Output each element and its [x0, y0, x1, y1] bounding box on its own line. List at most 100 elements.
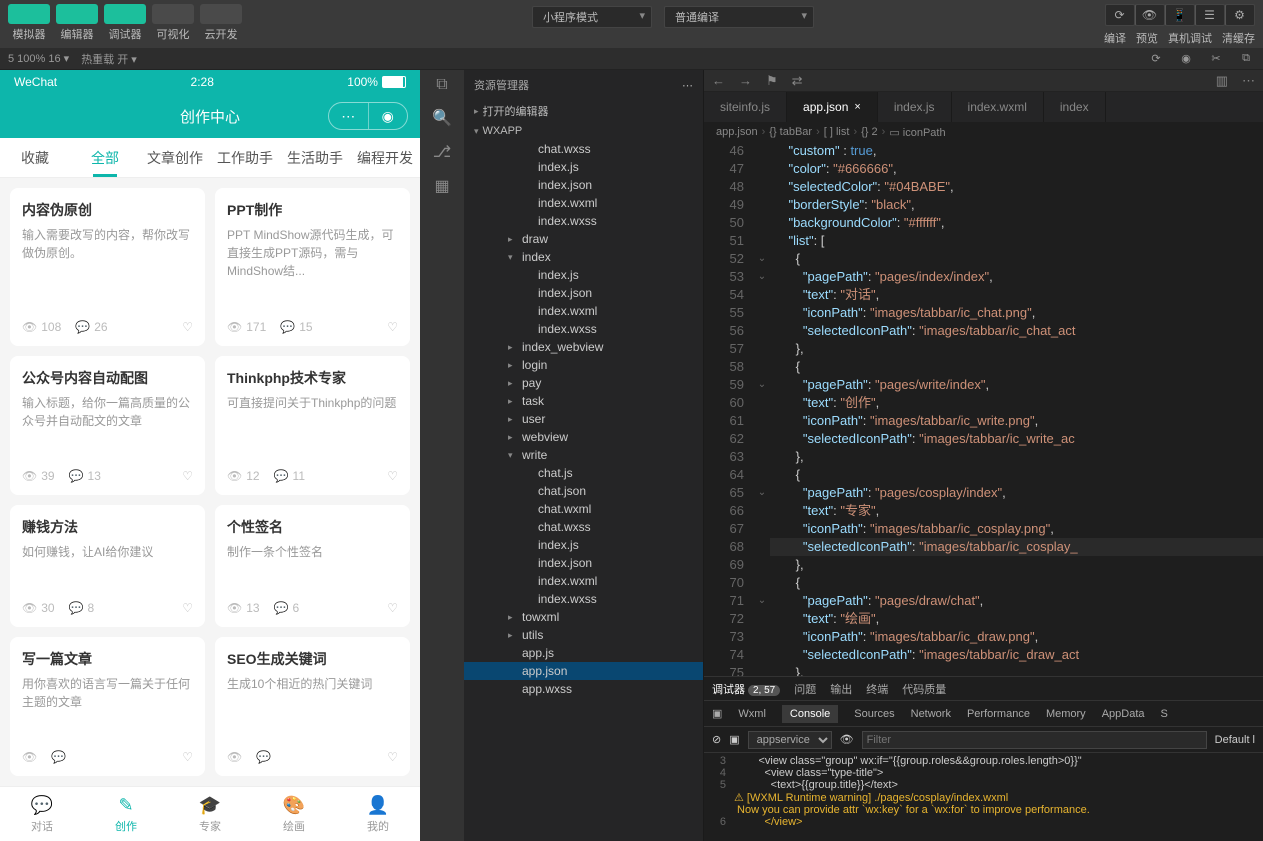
feature-card[interactable]: Thinkphp技术专家 可直接提问关于Thinkphp的问题 👁12 💬11 …	[215, 356, 410, 496]
file-item[interactable]: index.js	[464, 266, 703, 284]
editor-tab[interactable]: index	[1044, 92, 1106, 122]
breadcrumb-item[interactable]: [ ] list	[824, 126, 850, 138]
category-tab[interactable]: 文章创作	[140, 138, 210, 177]
file-item[interactable]: app.json	[464, 662, 703, 680]
search-icon[interactable]: 🔍	[432, 108, 452, 128]
debug-tab[interactable]: 终端	[866, 681, 888, 697]
devtools-tab[interactable]: Performance	[967, 708, 1030, 720]
folder-item[interactable]: ▾write	[464, 446, 703, 464]
back-icon[interactable]: ←	[712, 73, 725, 88]
file-item[interactable]: index.json	[464, 176, 703, 194]
explorer-more-icon[interactable]: ⋯	[682, 79, 693, 92]
toolbar-icon[interactable]: 👁	[1135, 4, 1165, 26]
cut-icon[interactable]: ✂	[1207, 50, 1225, 68]
top-tab-btn[interactable]	[56, 4, 98, 24]
tabbar-item[interactable]: 🎓专家	[168, 787, 252, 841]
folder-item[interactable]: ▸utils	[464, 626, 703, 644]
context-select[interactable]: appservice	[748, 731, 832, 749]
code-editor[interactable]: 4647484950515253545556575859606162636465…	[704, 142, 1263, 676]
file-item[interactable]: index.js	[464, 536, 703, 554]
file-item[interactable]: index.js	[464, 158, 703, 176]
refresh-icon[interactable]: ⟳	[1147, 50, 1165, 68]
branch-icon[interactable]: ⎇	[433, 142, 451, 162]
feature-card[interactable]: 写一篇文章 用你喜欢的语言写一篇关于任何主题的文章 👁 💬 ♡	[10, 637, 205, 777]
inspect-icon[interactable]: ▣	[712, 707, 722, 720]
editor-tab[interactable]: siteinfo.js	[704, 92, 787, 122]
tabbar-item[interactable]: 💬对话	[0, 787, 84, 841]
stop-icon[interactable]: ▣	[729, 733, 739, 746]
debug-tab[interactable]: 问题	[794, 681, 816, 697]
folder-item[interactable]: ▸draw	[464, 230, 703, 248]
toolbar-icon[interactable]: ☰	[1195, 4, 1225, 26]
category-tab[interactable]: 全部	[70, 138, 140, 177]
tabbar-item[interactable]: 🎨绘画	[252, 787, 336, 841]
feature-card[interactable]: SEO生成关键词 生成10个相近的热门关键词 👁 💬 ♡	[215, 637, 410, 777]
feature-card[interactable]: 公众号内容自动配图 输入标题，给你一篇高质量的公众号并自动配文的文章 👁39 💬…	[10, 356, 205, 496]
folder-item[interactable]: ▸pay	[464, 374, 703, 392]
file-item[interactable]: chat.js	[464, 464, 703, 482]
folder-item[interactable]: ▸index_webview	[464, 338, 703, 356]
heart-icon[interactable]: ♡	[182, 320, 193, 334]
filter-input[interactable]	[862, 731, 1207, 749]
tabbar-item[interactable]: ✎创作	[84, 787, 168, 841]
devtools-tab[interactable]: Console	[782, 705, 838, 723]
editor-tab[interactable]: index.wxml	[952, 92, 1044, 122]
clear-icon[interactable]: ⊘	[712, 733, 721, 746]
bookmark-icon[interactable]: ⚑	[766, 73, 778, 89]
heart-icon[interactable]: ♡	[387, 320, 398, 334]
category-tab[interactable]: 编程开发	[350, 138, 420, 177]
top-tab-btn[interactable]	[104, 4, 146, 24]
heart-icon[interactable]: ♡	[387, 601, 398, 615]
devtools-tab[interactable]: S	[1161, 708, 1168, 720]
file-item[interactable]: chat.wxss	[464, 140, 703, 158]
folder-item[interactable]: ▸webview	[464, 428, 703, 446]
devtools-tab[interactable]: Sources	[854, 708, 894, 720]
capsule-menu-icon[interactable]: ⋯	[329, 103, 369, 129]
hotreload-toggle[interactable]: 热重载 开 ▾	[81, 51, 137, 67]
debug-tab[interactable]: 代码质量	[902, 681, 946, 697]
breadcrumb-item[interactable]: app.json	[716, 126, 758, 138]
card-grid[interactable]: 内容伪原创 输入需要改写的内容，帮你改写做伪原创。 👁108 💬26 ♡ PPT…	[0, 178, 420, 786]
toolbar-icon[interactable]: ⟳	[1105, 4, 1135, 26]
zoom-info[interactable]: 5 100% 16 ▾	[8, 52, 69, 65]
open-editors-section[interactable]: 打开的编辑器	[464, 100, 703, 122]
feature-card[interactable]: 内容伪原创 输入需要改写的内容，帮你改写做伪原创。 👁108 💬26 ♡	[10, 188, 205, 346]
levels-label[interactable]: Default l	[1215, 734, 1255, 746]
forward-icon[interactable]: →	[739, 73, 752, 88]
breadcrumb-item[interactable]: {} 2	[861, 126, 878, 138]
folder-item[interactable]: ▸user	[464, 410, 703, 428]
file-item[interactable]: index.wxss	[464, 212, 703, 230]
folder-item[interactable]: ▸login	[464, 356, 703, 374]
editor-tab[interactable]: index.js	[878, 92, 952, 122]
compile-dropdown[interactable]: 普通编译	[664, 6, 814, 28]
file-item[interactable]: chat.wxml	[464, 500, 703, 518]
breadcrumb[interactable]: app.json›{} tabBar›[ ] list›{} 2›▭ iconP…	[704, 122, 1263, 142]
folder-item[interactable]: ▾index	[464, 248, 703, 266]
top-tab-btn[interactable]	[152, 4, 194, 24]
file-item[interactable]: index.json	[464, 554, 703, 572]
eye-icon[interactable]: 👁	[840, 733, 854, 746]
feature-card[interactable]: 赚钱方法 如何赚钱，让AI给你建议 👁30 💬8 ♡	[10, 505, 205, 627]
file-item[interactable]: index.json	[464, 284, 703, 302]
file-item[interactable]: app.js	[464, 644, 703, 662]
project-section[interactable]: WXAPP	[464, 122, 703, 140]
close-icon[interactable]: ×	[854, 101, 860, 113]
toolbar-icon[interactable]: ⚙	[1225, 4, 1255, 26]
split-icon[interactable]: ▥	[1216, 73, 1228, 89]
devtools-tab[interactable]: Memory	[1046, 708, 1086, 720]
capsule-button[interactable]: ⋯◉	[328, 102, 408, 130]
feature-card[interactable]: 个性签名 制作一条个性签名 👁13 💬6 ♡	[215, 505, 410, 627]
capsule-close-icon[interactable]: ◉	[369, 103, 408, 129]
category-tab[interactable]: 工作助手	[210, 138, 280, 177]
heart-icon[interactable]: ♡	[387, 469, 398, 483]
heart-icon[interactable]: ♡	[387, 750, 398, 764]
files-icon[interactable]: ⧉	[436, 76, 447, 94]
heart-icon[interactable]: ♡	[182, 750, 193, 764]
devtools-tab[interactable]: Wxml	[738, 708, 766, 720]
feature-card[interactable]: PPT制作 PPT MindShow源代码生成，可直接生成PPT源码，需与Min…	[215, 188, 410, 346]
more-icon[interactable]: ⋯	[1242, 73, 1255, 89]
devtools-tab[interactable]: Network	[911, 708, 951, 720]
popout-icon[interactable]: ⧉	[1237, 50, 1255, 68]
ext-icon[interactable]: ▦	[434, 176, 449, 196]
debug-tab[interactable]: 调试器2, 57	[712, 681, 780, 697]
